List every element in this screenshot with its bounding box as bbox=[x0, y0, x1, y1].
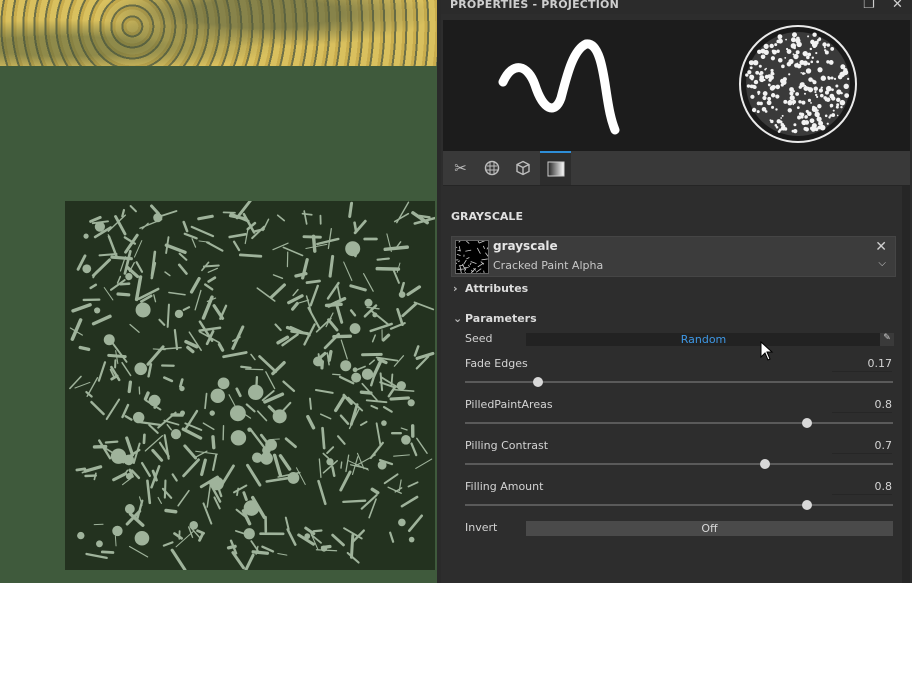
chevron-down-icon: ⌄ bbox=[453, 312, 463, 325]
invert-toggle[interactable]: Off bbox=[526, 521, 893, 536]
pilled-paint-areas-label: PilledPaintAreas bbox=[465, 398, 553, 411]
pilled-paint-areas-value[interactable]: 0.8 bbox=[832, 398, 892, 413]
cracked-paint-projection bbox=[65, 201, 435, 570]
sphere-preview bbox=[739, 25, 857, 143]
panel-scrollbar[interactable] bbox=[902, 186, 910, 583]
section-title: GRAYSCALE bbox=[451, 210, 523, 223]
group-attributes[interactable]: › Attributes bbox=[453, 282, 528, 295]
pilling-contrast-handle[interactable] bbox=[759, 459, 770, 469]
remove-resource-icon[interactable]: ✕ bbox=[875, 239, 887, 255]
group-attributes-label: Attributes bbox=[465, 282, 529, 295]
resource-name: grayscale bbox=[493, 239, 558, 253]
filling-amount-value[interactable]: 0.8 bbox=[832, 480, 892, 495]
tab-geometry[interactable] bbox=[507, 151, 538, 185]
brush-preview bbox=[443, 20, 910, 151]
seed-label: Seed bbox=[465, 332, 493, 345]
filling-amount-handle[interactable] bbox=[802, 500, 813, 510]
texture-shading bbox=[0, 0, 441, 66]
stroke-path bbox=[498, 39, 620, 135]
tab-material[interactable] bbox=[476, 151, 507, 185]
invert-label: Invert bbox=[465, 521, 498, 534]
panel-titlebar: PROPERTIES - PROJECTION ❐ ✕ bbox=[441, 0, 912, 14]
tab-grayscale[interactable] bbox=[540, 151, 571, 185]
fade-edges-value[interactable]: 0.17 bbox=[832, 357, 892, 372]
fade-edges-handle[interactable] bbox=[532, 377, 543, 387]
resource-slot[interactable]: grayscale Cracked Paint Alpha ✕ ⌵ bbox=[451, 236, 896, 277]
tool-tabs: ✂ bbox=[443, 151, 910, 186]
group-parameters-label: Parameters bbox=[465, 312, 537, 325]
resource-thumbnail bbox=[455, 240, 489, 274]
filling-amount-slider[interactable] bbox=[465, 500, 893, 510]
properties-panel: PROPERTIES - PROJECTION ❐ ✕ ✂ GRAYSCALE … bbox=[441, 0, 912, 583]
chevron-down-icon[interactable]: ⌵ bbox=[878, 258, 886, 269]
mouse-cursor bbox=[760, 341, 774, 361]
seed-field[interactable]: Random bbox=[526, 333, 881, 346]
panel-title: PROPERTIES - PROJECTION bbox=[450, 0, 620, 11]
pilling-contrast-label: Pilling Contrast bbox=[465, 439, 549, 452]
stroke-preview bbox=[498, 25, 857, 143]
chevron-right-icon: › bbox=[453, 282, 458, 295]
fade-edges-label: Fade Edges bbox=[465, 357, 528, 370]
pencil-icon[interactable]: ✎ bbox=[880, 333, 894, 346]
filling-amount-label: Filling Amount bbox=[465, 480, 544, 493]
pilled-paint-areas-handle[interactable] bbox=[802, 418, 813, 428]
group-parameters[interactable]: ⌄ Parameters bbox=[453, 312, 537, 325]
viewport[interactable] bbox=[0, 0, 441, 583]
tab-brush[interactable]: ✂ bbox=[445, 151, 476, 185]
close-icon[interactable]: ✕ bbox=[892, 0, 903, 12]
brush-icon: ✂ bbox=[454, 159, 467, 177]
material-sphere-icon bbox=[484, 160, 499, 176]
grayscale-gradient-icon bbox=[547, 161, 564, 177]
fade-edges-slider[interactable] bbox=[465, 377, 893, 387]
pilling-contrast-slider[interactable] bbox=[465, 459, 893, 469]
maximize-icon[interactable]: ❐ bbox=[863, 0, 875, 12]
pilling-contrast-value[interactable]: 0.7 bbox=[832, 439, 892, 454]
cube-icon bbox=[515, 160, 530, 176]
resource-subtitle: Cracked Paint Alpha bbox=[493, 259, 604, 272]
pilled-paint-areas-slider[interactable] bbox=[465, 418, 893, 428]
seed-value: Random bbox=[680, 333, 727, 346]
